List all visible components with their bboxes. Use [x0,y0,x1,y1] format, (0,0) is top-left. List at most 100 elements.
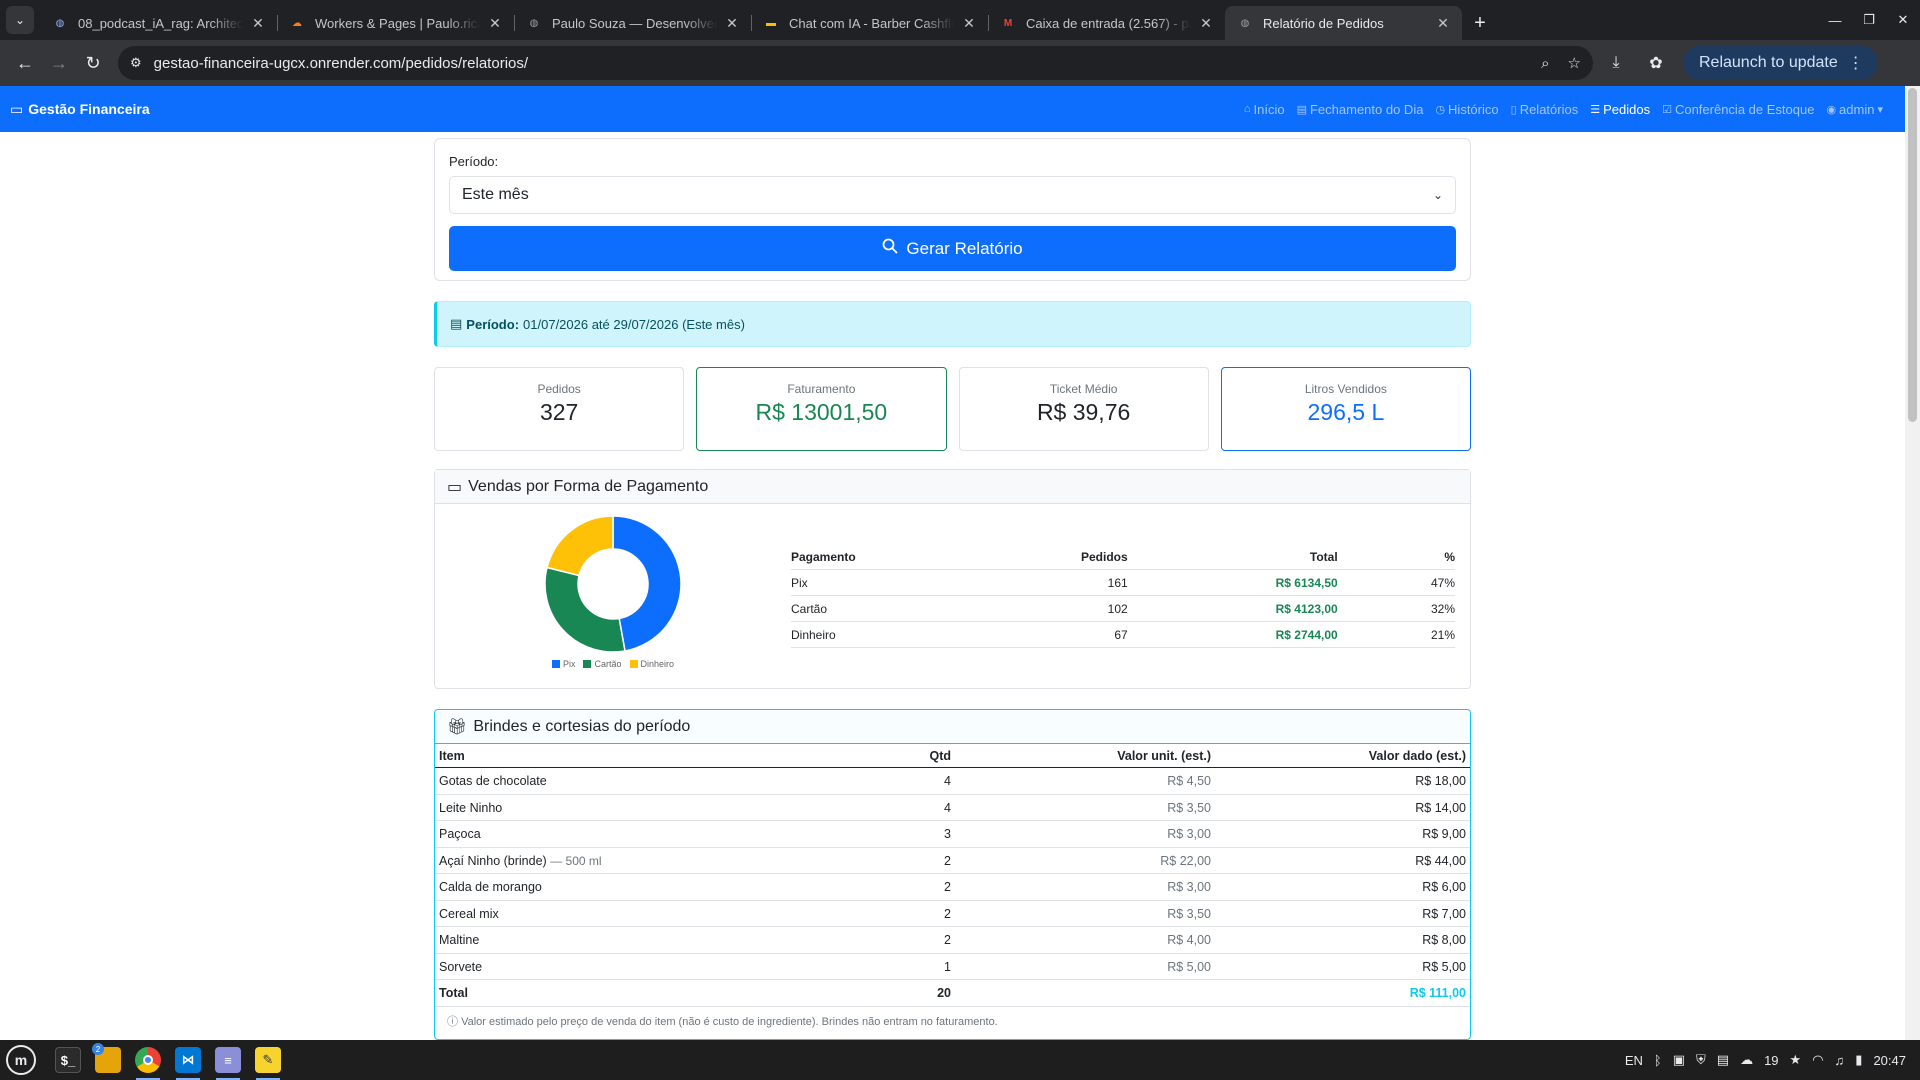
legend-item[interactable]: Dinheiro [629,659,674,669]
payment-orders: 161 [1081,569,1128,596]
table-row: Sorvete 1 R$ 5,00 R$ 5,00 [435,953,1470,980]
col-qty: Qtd [735,744,955,768]
chevron-down-icon: ⌄ [1432,188,1443,202]
nav-link-user-menu[interactable]: ◉ admin ▾ [1826,102,1883,117]
nav-link-label: Pedidos [1603,101,1651,117]
gift-unit-value: R$ 5,00 [955,953,1215,980]
nav-link-1[interactable]: ▤ Fechamento do Dia [1297,102,1424,117]
browser-tab[interactable]: ☁ Workers & Pages | Paulo.rica ✕ [277,6,514,40]
stat-label: Litros Vendidos [1304,382,1387,396]
gifts-card-header: 🎁︎ Brindes e cortesias do período [435,710,1470,744]
restore-icon[interactable]: ❐ [1852,0,1886,40]
files-app[interactable]: 2 [90,1042,126,1078]
gift-item: Açaí Ninho (brinde) — 500 ml [435,847,735,874]
vscode-app[interactable]: ⋈ [170,1042,206,1080]
relaunch-button[interactable]: Relaunch to update ⋮ [1683,46,1878,80]
browser-tab-strip: ⌄ ◍ 08_podcast_iA_rag: Architec ✕ ☁ Workers … [0,0,1920,40]
browser-tab[interactable]: ◍ Paulo Souza — Desenvolved ✕ [514,6,751,40]
forward-button[interactable]: → [42,46,76,80]
stat-card-average-ticket: Ticket Médio R$ 39,76 [958,367,1209,451]
start-menu-button[interactable]: m [6,1045,36,1075]
brand-link[interactable]: ▭ Gestão Financeira [10,101,150,118]
url-text[interactable]: gestao-financeira-ugcx.onrender.com/pedi… [154,55,1523,72]
clipboard-icon[interactable]: ▣ [1673,1052,1685,1068]
browser-tab[interactable]: ◍ 08_podcast_iA_rag: Architec ✕ [40,6,277,40]
terminal-app[interactable]: $_ [50,1042,86,1078]
stat-value: R$ 39,76 [1036,399,1131,425]
chrome-icon [135,1047,161,1073]
col-given-value: Valor dado (est.) [1215,744,1470,768]
donut-slice-pix[interactable] [612,515,682,652]
generate-report-button[interactable]: Gerar Relatório [449,226,1456,271]
clock[interactable]: 20:47 [1873,1053,1906,1068]
col-pct: % [1337,545,1455,570]
calendar-icon: ▤ [1296,103,1307,116]
close-icon[interactable]: ✕ [486,15,504,32]
download-icon[interactable]: ⤓ [1599,46,1633,80]
nav-link-5[interactable]: ☑ Conferência de Estoque [1662,102,1814,117]
bluetooth-icon[interactable]: ᛒ [1654,1053,1662,1068]
gifts-card: 🎁︎ Brindes e cortesias do período Item Q… [434,709,1471,1040]
weather-icon[interactable]: ☁ [1740,1052,1753,1068]
keyboard-layout[interactable]: EN [1625,1053,1643,1068]
nav-link-4[interactable]: ☰ Pedidos [1590,102,1650,117]
bookmark-star-icon[interactable]: ☆ [1568,54,1581,72]
payment-method: Dinheiro [791,621,1081,648]
col-orders: Pedidos [1081,545,1128,570]
legend-item[interactable]: Cartão [583,659,622,669]
gift-given-value: R$ 9,00 [1215,820,1470,848]
app-navbar: ▭ Gestão Financeira ⌂ Início ▤ Fechamento d… [0,86,1905,132]
close-icon[interactable]: ✕ [1197,15,1215,32]
gift-item: Gotas de chocolate [435,767,735,795]
legend-item[interactable]: Pix [551,659,575,669]
total-value: R$ 111,00 [1215,979,1470,1007]
nav-link-3[interactable]: ▯ Relatórios [1511,102,1579,117]
notes-app[interactable]: ✎ [250,1042,286,1080]
donut-slice-cartão[interactable] [544,566,626,653]
browser-tab[interactable]: ▬ Chat com IA - Barber Cashflo ✕ [751,6,988,40]
stat-value: 327 [539,399,579,425]
close-icon[interactable]: ✕ [723,15,741,32]
zoom-icon[interactable]: ⌕ [1541,55,1549,72]
donut-slice-dinheiro[interactable] [546,515,614,577]
info-icon: ⓘ [447,1015,458,1028]
music-icon[interactable]: ♫ [1835,1053,1845,1068]
period-select[interactable]: Este mês ⌄ [449,176,1456,214]
text-editor-app[interactable]: ≡ [210,1042,246,1080]
page-scrollbar[interactable] [1905,86,1920,1040]
wifi-icon[interactable]: ◠ [1812,1052,1823,1068]
notes-tray-icon[interactable]: ▤ [1717,1052,1729,1068]
close-icon[interactable]: ✕ [1434,15,1452,32]
star-icon[interactable]: ★ [1790,1052,1802,1068]
minimize-icon[interactable]: — [1818,0,1852,40]
close-window-icon[interactable]: ✕ [1886,0,1920,40]
notes-icon: ✎ [255,1047,281,1073]
stat-card-revenue: Faturamento R$ 13001,50 [696,367,947,451]
address-bar[interactable]: ⚙ gestao-financeira-ugcx.onrender.com/pe… [118,46,1593,80]
tab-search-button[interactable]: ⌄ [6,6,34,34]
donut-svg [544,515,682,653]
calendar-icon: ▤ [450,316,463,331]
shield-icon[interactable]: ⛨ [1696,1052,1706,1068]
back-button[interactable]: ← [8,46,42,80]
new-tab-button[interactable]: + [1462,6,1498,40]
arrow-left-icon: ← [16,52,34,73]
terminal-icon: $_ [55,1047,81,1073]
globe-icon: ◍ [529,17,539,29]
reload-button[interactable]: ↻ [76,46,110,80]
chrome-app[interactable] [130,1042,166,1080]
gift-item: Maltine [435,926,735,954]
gift-item: Cereal mix [435,900,735,927]
browser-tab[interactable]: ◍ Relatório de Pedidos ✕ [1225,6,1462,40]
weather-temp[interactable]: 19 [1764,1053,1778,1068]
site-info-icon[interactable]: ⚙ [130,55,142,71]
close-icon[interactable]: ✕ [960,15,978,32]
close-icon[interactable]: ✕ [249,15,267,32]
browser-tab[interactable]: M Caixa de entrada (2.567) - pa ✕ [988,6,1225,40]
nav-link-2[interactable]: ◷ Histórico [1435,102,1498,117]
scrollbar-thumb[interactable] [1908,88,1917,422]
nav-link-0[interactable]: ⌂ Início [1244,102,1285,117]
battery-icon[interactable]: ▮ [1855,1052,1862,1068]
user-icon: ◉ [1826,103,1837,116]
extension-icon[interactable]: ✿ [1639,46,1673,80]
